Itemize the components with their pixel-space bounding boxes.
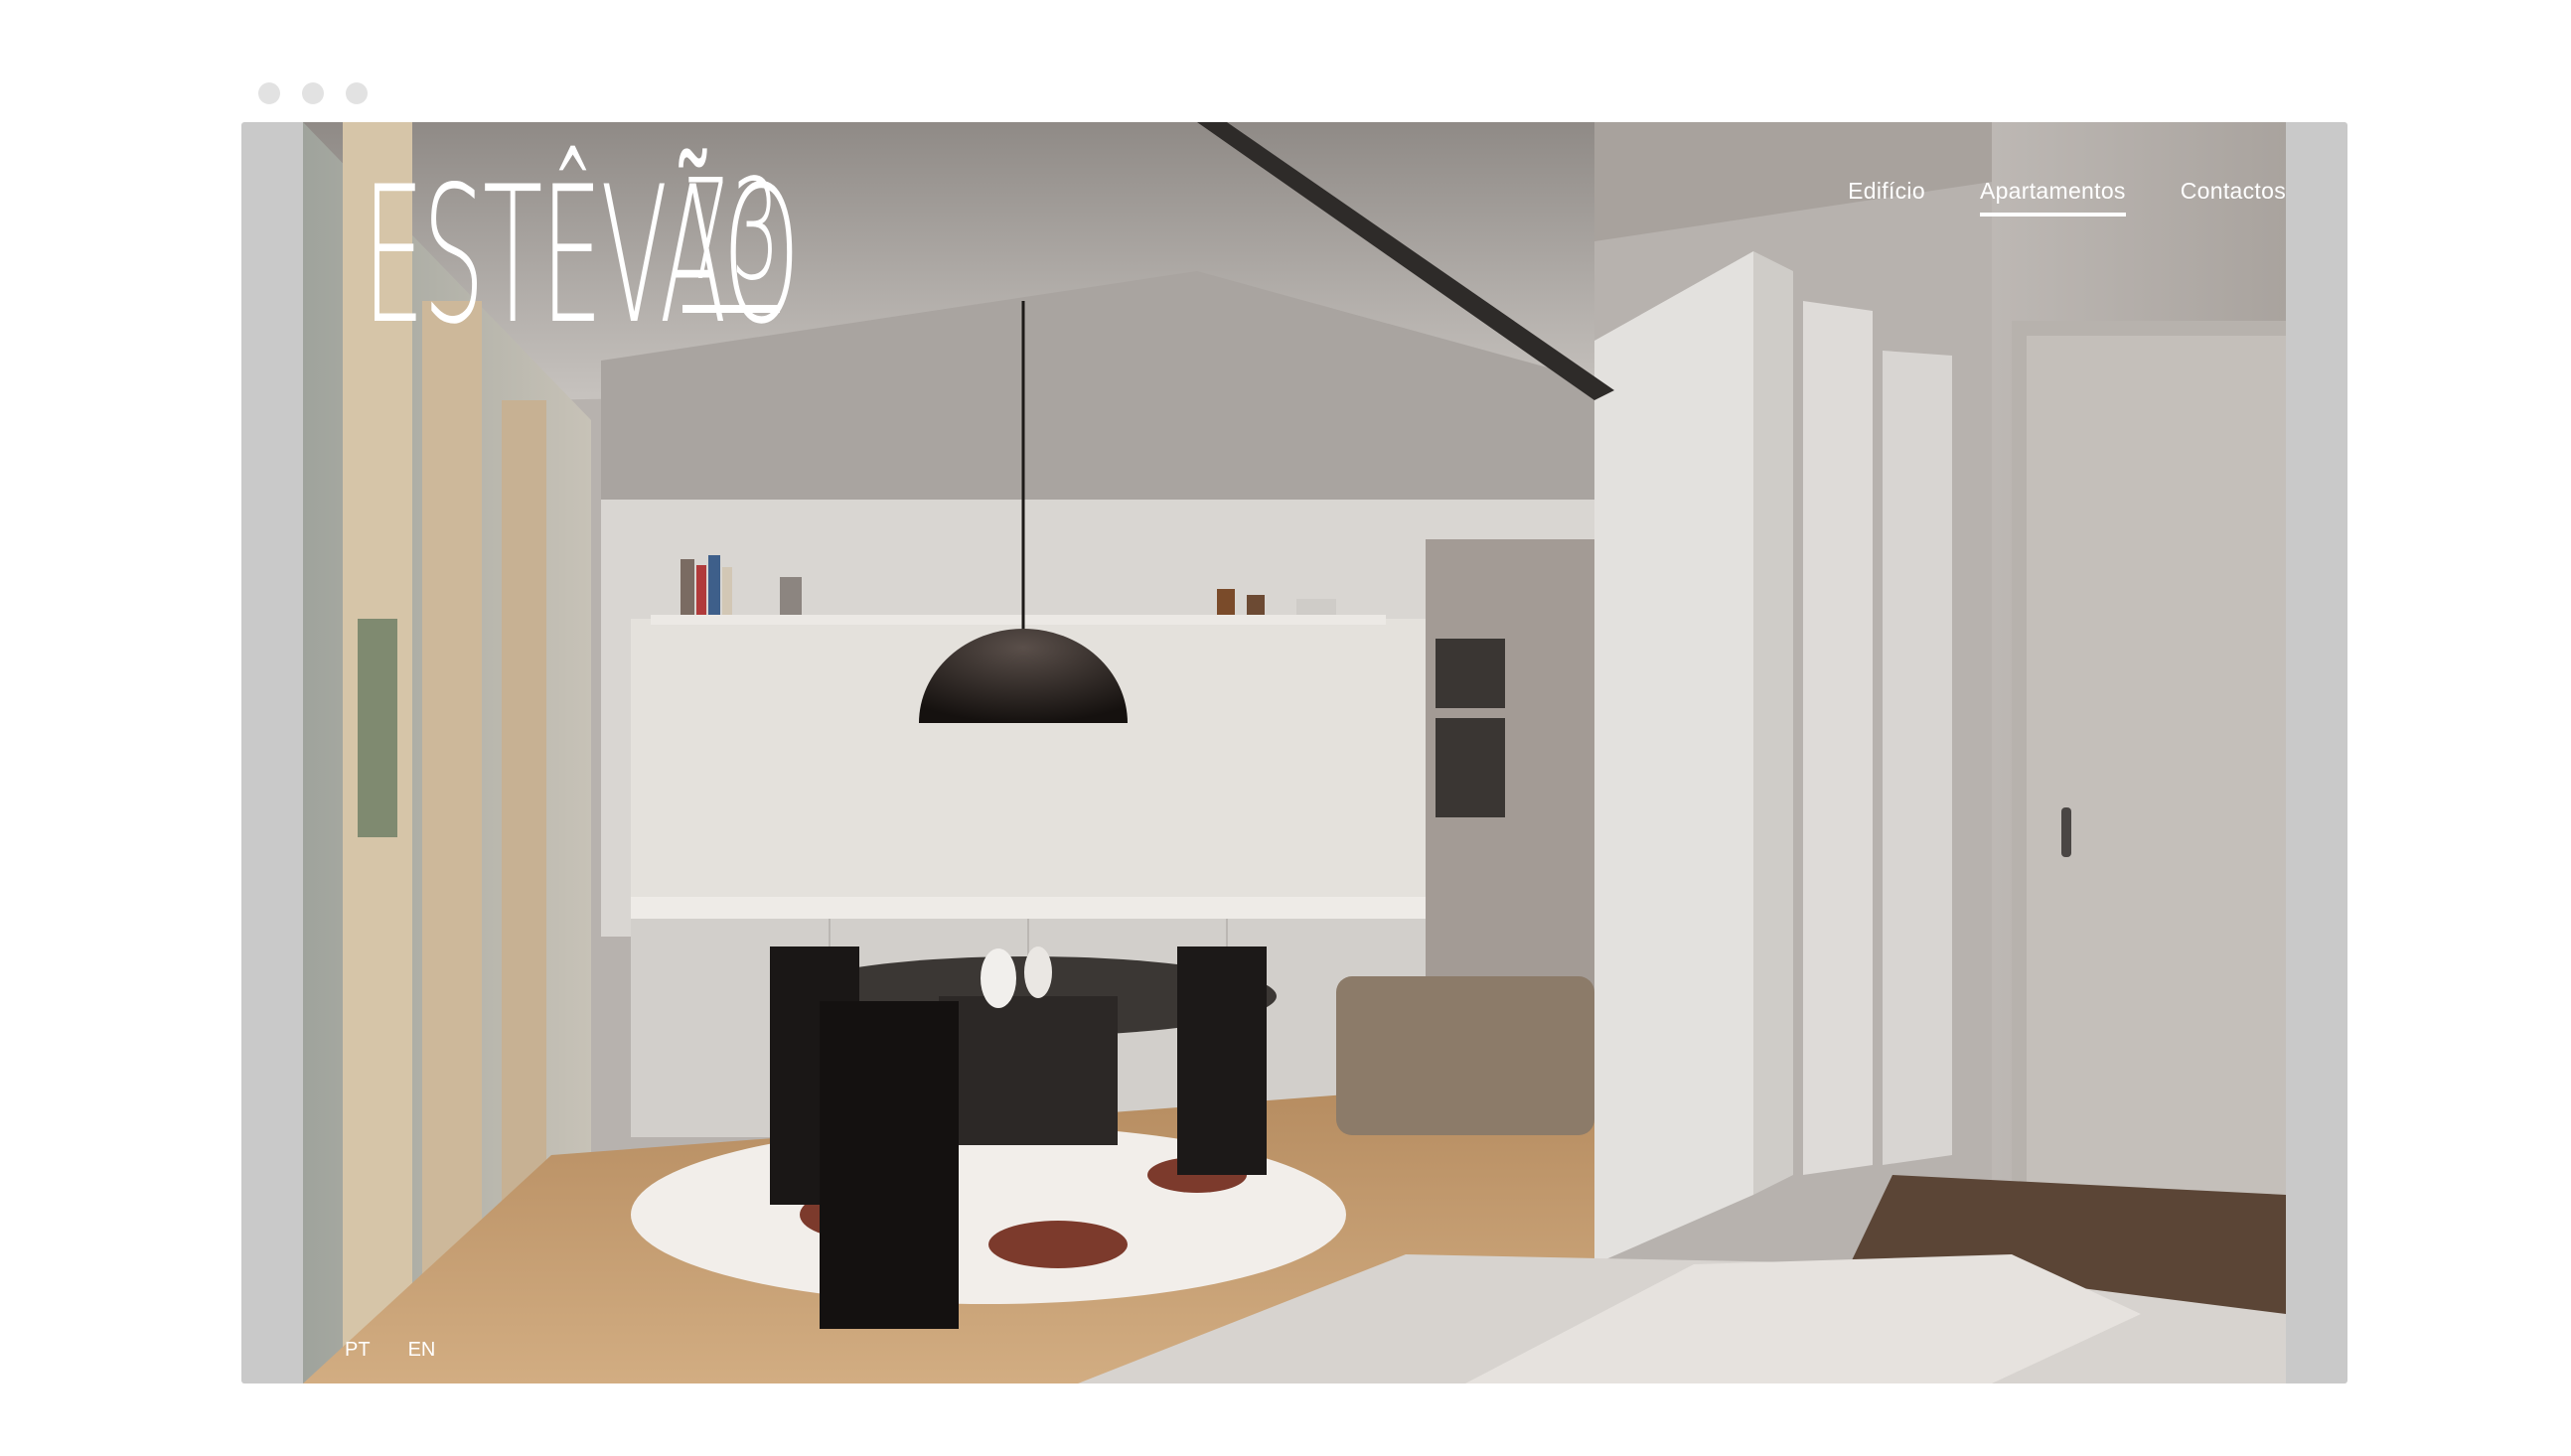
nav-item-apartamentos[interactable]: Apartamentos <box>1979 178 2126 217</box>
language-option-en[interactable]: EN <box>408 1339 436 1362</box>
nav-item-edificio[interactable]: Edifício <box>1848 178 1925 217</box>
browser-window: ESTÊVÃO 73 Edifício Apartamentos Contact… <box>241 122 2347 1383</box>
close-dot[interactable] <box>258 82 280 104</box>
language-switcher: PT EN <box>345 1339 435 1362</box>
language-option-pt[interactable]: PT <box>345 1339 371 1362</box>
hero-image: ESTÊVÃO 73 Edifício Apartamentos Contact… <box>303 122 2286 1383</box>
maximize-dot[interactable] <box>346 82 368 104</box>
site-logo[interactable]: ESTÊVÃO 73 <box>363 162 859 351</box>
main-navigation: Edifício Apartamentos Contactos <box>1848 178 2286 217</box>
logo-wordmark: ESTÊVÃO <box>363 146 800 365</box>
minimize-dot[interactable] <box>302 82 324 104</box>
nav-item-contactos[interactable]: Contactos <box>2181 178 2286 217</box>
window-controls <box>258 82 368 104</box>
logo-number: 73 <box>682 150 780 313</box>
